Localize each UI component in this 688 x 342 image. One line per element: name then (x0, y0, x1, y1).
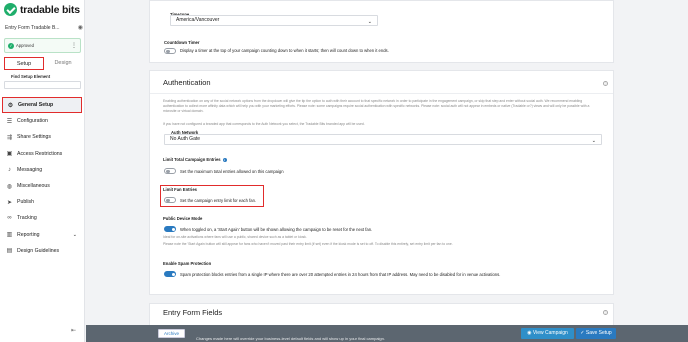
sidebar-item-label: Reporting (17, 231, 40, 238)
general-card: Timezone America/Vancouver ⌄ Countdown T… (149, 0, 614, 63)
logo-check-icon (4, 3, 17, 16)
sidebar-item-share-settings[interactable]: ⇶ Share Settings (2, 129, 82, 145)
sidebar-item-reporting[interactable]: ▥ Reporting ⌄ (2, 227, 82, 243)
countdown-text: Display a timer at the top of your campa… (180, 48, 389, 53)
entry-form-fields-title: Entry Form Fields (163, 308, 223, 317)
brand-name: tradable bits (20, 3, 80, 16)
sidebar-item-label: Design Guidelines (17, 247, 60, 254)
view-campaign-button[interactable]: ◉ View Campaign (521, 328, 574, 339)
sidebar-item-label: Messaging (17, 166, 43, 173)
sliders-icon: ☰ (6, 118, 13, 125)
share-icon: ⇶ (6, 134, 13, 141)
public-device-text: When toggled on, a 'Start Again' button … (180, 227, 373, 232)
sidebar-item-label: Miscellaneous (17, 183, 50, 190)
link-icon: ∞ (7, 215, 12, 222)
auth-network-value: No Auth Gate (170, 136, 201, 142)
tab-setup[interactable]: Setup (4, 57, 44, 70)
public-device-note1: Ideal for on-site activations where fans… (163, 235, 307, 239)
sidebar-item-messaging[interactable]: ♪ Messaging (2, 162, 82, 178)
public-device-label: Public Device Mode (163, 216, 203, 221)
sidebar-item-label: Configuration (17, 118, 48, 125)
save-setup-button[interactable]: ✓ Save Setup (576, 328, 616, 339)
sidebar-item-label: Publish (17, 199, 35, 206)
send-icon: ➤ (6, 199, 13, 206)
save-setup-label: Save Setup (585, 330, 612, 336)
chevron-down-icon: ⌄ (72, 231, 77, 238)
auth-branded-app-note: If you have not configured a branded app… (163, 122, 365, 126)
sidebar-item-tracking[interactable]: ∞ Tracking (2, 210, 82, 226)
limit-total-toggle[interactable] (164, 168, 176, 174)
sidebar-item-miscellaneous[interactable]: ◍ Miscellaneous (2, 178, 82, 194)
timezone-value: America/Vancouver (176, 17, 220, 23)
check-icon: ✓ (8, 42, 14, 49)
spam-toggle[interactable] (164, 271, 176, 277)
sidebar-item-general-setup[interactable]: ⚙ General Setup (2, 97, 82, 114)
help-icon[interactable]: ? (603, 81, 608, 86)
authentication-title: Authentication (163, 78, 211, 87)
limit-fan-text: Set the campaign entry limit for each fa… (180, 198, 257, 203)
limit-total-text: Set the maximum total entries allowed on… (180, 169, 284, 174)
countdown-label: Countdown Timer (164, 40, 200, 45)
public-device-toggle[interactable] (164, 226, 176, 232)
more-options-icon[interactable]: ⋮ (71, 43, 77, 49)
sidebar-item-label: General Setup (18, 102, 54, 109)
info-icon[interactable]: i (222, 158, 227, 162)
limit-fan-toggle[interactable] (164, 197, 176, 203)
chevron-down-icon: ⌄ (367, 19, 372, 25)
auth-description: Enabling authentication on any of the so… (163, 99, 590, 113)
timezone-select[interactable]: America/Vancouver ⌄ (170, 15, 378, 26)
gear-icon: ⚙ (7, 102, 14, 109)
sidebar-item-design-guidelines[interactable]: ▤ Design Guidelines (2, 243, 82, 259)
main-content: Timezone America/Vancouver ⌄ Countdown T… (86, 0, 688, 342)
bell-icon: ♪ (8, 166, 11, 173)
sidebar-nav: ⚙ General Setup ☰ Configuration ⇶ Share Set… (2, 97, 82, 259)
chevron-down-icon: ⌄ (591, 138, 596, 144)
archive-button[interactable]: Archive (158, 329, 185, 338)
spam-text: Spam protection blocks entries from a si… (180, 272, 501, 277)
countdown-toggle[interactable] (164, 48, 176, 54)
sidebar-item-label: Tracking (17, 215, 37, 222)
limit-fan-label: Limit Fan Entries (163, 187, 197, 192)
view-campaign-label: View Campaign (532, 330, 568, 336)
find-title: Find Setup Element (11, 74, 51, 79)
globe-icon: ◍ (6, 183, 13, 190)
sidebar-tabs: Setup Design (4, 57, 82, 70)
campaign-selector[interactable]: Entry Form Tradable B... ◉ (5, 24, 83, 32)
sidebar-item-label: Share Settings (17, 134, 52, 141)
tab-design[interactable]: Design (44, 57, 82, 70)
campaign-name: Entry Form Tradable B... (5, 24, 60, 31)
archive-label: Archive (163, 331, 179, 336)
sidebar-item-access-restrictions[interactable]: ▣ Access Restrictions (2, 146, 82, 162)
divider (150, 93, 613, 94)
eye-icon[interactable]: ◉ (78, 24, 83, 31)
find-setup-element: Find Setup Element (4, 74, 81, 89)
footer-note: Changes made here will override your bus… (196, 336, 385, 341)
brand-logo[interactable]: tradable bits (4, 3, 80, 16)
sidebar-item-publish[interactable]: ➤ Publish (2, 194, 82, 210)
chart-icon: ▥ (6, 232, 13, 239)
document-icon: ▤ (6, 248, 13, 255)
collapse-sidebar-icon[interactable]: ⇤ (71, 327, 76, 334)
sidebar-item-label: Access Restrictions (17, 150, 63, 157)
status-badge: ✓ Approved ⋮ (4, 38, 81, 53)
spam-label: Enable Spam Protection (163, 261, 212, 266)
limit-total-label-text: Limit Total Campaign Entries (163, 157, 221, 162)
find-input[interactable] (4, 81, 81, 89)
limit-total-label: Limit Total Campaign Entries i (163, 157, 227, 162)
authentication-card: Authentication ? Enabling authentication… (149, 70, 614, 295)
public-device-note2: Please note the 'Start Again button will… (163, 242, 453, 246)
help-icon[interactable]: ? (603, 310, 608, 315)
lock-icon: ▣ (6, 151, 13, 158)
sidebar: tradable bits Entry Form Tradable B... ◉… (0, 0, 85, 342)
auth-network-select[interactable]: No Auth Gate ⌄ (164, 134, 602, 145)
sidebar-item-configuration[interactable]: ☰ Configuration (2, 113, 82, 129)
status-label: Approved (16, 43, 34, 48)
